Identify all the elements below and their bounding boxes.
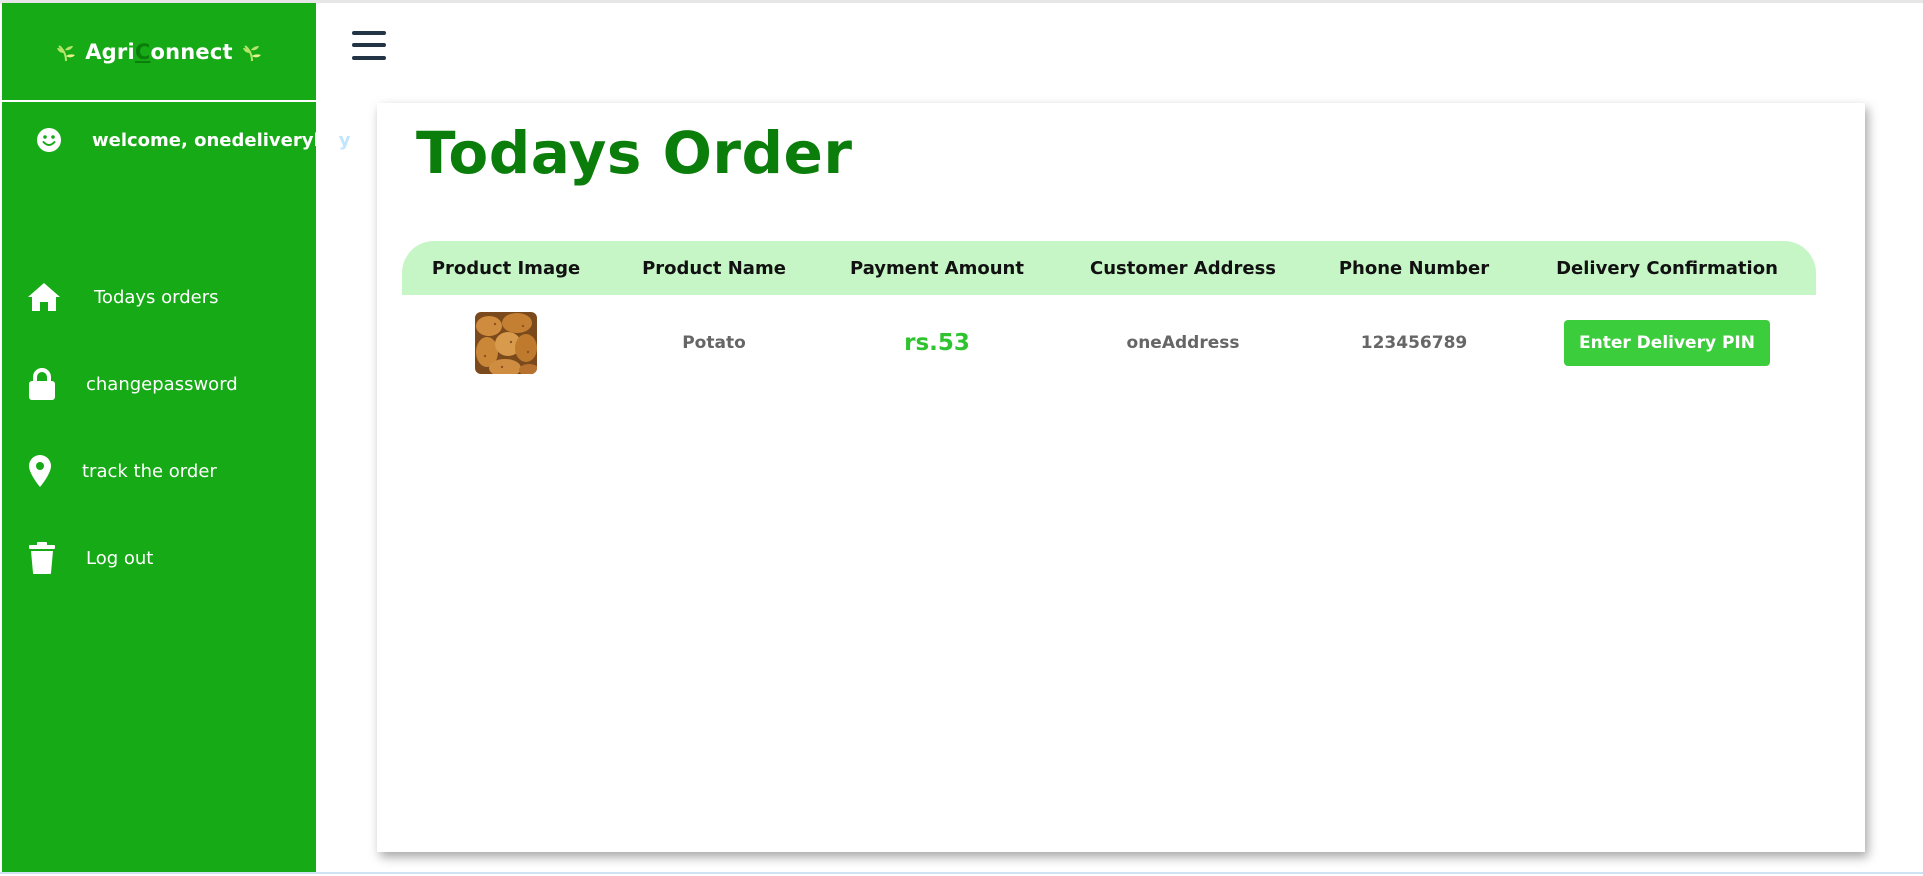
column-header-phone-number: Phone Number — [1338, 257, 1490, 279]
orders-card: Todays Order Product Image Product Name … — [377, 103, 1865, 852]
cell-product-image — [402, 303, 610, 383]
hamburger-bar — [352, 31, 386, 35]
orders-table-header: Product Image Product Name Payment Amoun… — [402, 241, 1816, 295]
table-row: Potato rs.53 oneAddress 123456789 Enter … — [402, 303, 1816, 383]
sidebar-item-label: track the order — [82, 460, 217, 482]
cell-customer-address: oneAddress — [1126, 333, 1240, 353]
home-icon — [26, 279, 62, 315]
sidebar-item-log-out[interactable]: Log out — [2, 534, 316, 582]
brand-prefix: Agri — [85, 39, 135, 64]
sidebar-item-changepassword[interactable]: changepassword — [2, 360, 316, 408]
welcome-message: welcome, onedeliveryboy — [36, 127, 350, 153]
sidebar-item-track-order[interactable]: track the order — [2, 447, 316, 495]
cell-payment-amount: rs.53 — [904, 330, 970, 356]
welcome-text-overflow: y — [338, 129, 351, 151]
sidebar-item-label: changepassword — [86, 373, 238, 395]
trash-icon — [24, 540, 60, 576]
map-pin-icon — [22, 453, 58, 489]
leaf-icon — [241, 41, 263, 63]
potato-image — [475, 312, 537, 374]
smile-icon — [36, 127, 62, 153]
column-header-product-name: Product Name — [642, 257, 786, 279]
column-header-delivery-confirmation: Delivery Confirmation — [1556, 257, 1778, 279]
brand-header: AgriConnect — [2, 3, 316, 102]
enter-delivery-pin-button[interactable]: Enter Delivery PIN — [1564, 320, 1770, 366]
app-window: AgriConnect welcome, onedeliveryboy Toda… — [0, 0, 1923, 876]
cell-product-name: Potato — [682, 333, 746, 353]
welcome-text-main: welcome, onedeliverybo — [92, 129, 339, 151]
welcome-text: welcome, onedeliveryboy — [92, 130, 350, 151]
leaf-icon — [55, 41, 77, 63]
column-header-customer-address: Customer Address — [1089, 257, 1277, 279]
hamburger-bar — [352, 56, 386, 60]
sidebar-item-label: Todays orders — [94, 286, 219, 308]
page-title: Todays Order — [416, 119, 853, 187]
column-header-product-image: Product Image — [431, 257, 581, 279]
brand-name[interactable]: AgriConnect — [85, 40, 233, 64]
lock-icon — [24, 366, 60, 402]
sidebar-item-label: Log out — [86, 547, 154, 569]
sidebar-item-todays-orders[interactable]: Todays orders — [2, 273, 316, 321]
brand-suffix: onnect — [150, 39, 233, 64]
cell-delivery-confirmation: Enter Delivery PIN — [1518, 303, 1816, 383]
sidebar: AgriConnect welcome, onedeliveryboy Toda… — [2, 3, 350, 872]
cell-phone-number: 123456789 — [1360, 333, 1468, 353]
column-header-payment-amount: Payment Amount — [850, 257, 1024, 279]
bottom-border — [0, 872, 1923, 874]
hamburger-menu-icon[interactable] — [352, 31, 386, 61]
brand-highlight: C — [134, 39, 151, 64]
hamburger-bar — [352, 43, 386, 47]
